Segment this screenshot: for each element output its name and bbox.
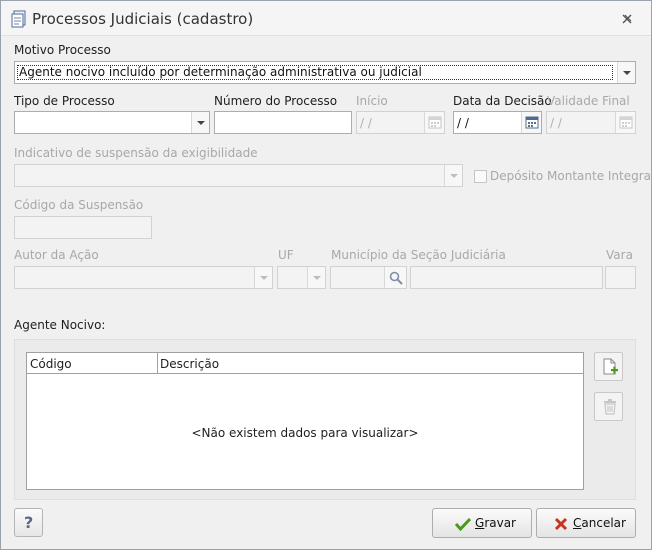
inicio-date-field: / / (356, 111, 445, 134)
validade-final-date-field: / / (546, 111, 636, 134)
validade-final-value: / / (550, 116, 562, 130)
chevron-down-icon (444, 165, 462, 186)
agente-nocivo-grid[interactable]: Código Descrição <Não existem dados para… (26, 352, 584, 490)
indicativo-label: Indicativo de suspensão da exigibilidade (14, 146, 258, 160)
motivo-select[interactable]: Agente nocivo incluído por determinação … (14, 61, 636, 84)
codigo-suspensao-input (14, 216, 152, 239)
close-icon[interactable] (619, 11, 635, 27)
numero-label: Número do Processo (214, 94, 338, 108)
empty-message: <Não existem dados para visualizar> (191, 426, 419, 440)
grid-header: Código Descrição (27, 353, 583, 374)
municipio-code-input (330, 266, 407, 289)
vara-label: Vara (606, 248, 633, 262)
gravar-label: Gravar (475, 516, 516, 530)
autor-select (14, 266, 273, 289)
data-decisao-date-field[interactable]: / / (453, 111, 542, 134)
data-decisao-label: Data da Decisão (453, 94, 552, 108)
uf-select (277, 266, 326, 289)
x-icon (554, 517, 568, 531)
trash-icon (604, 399, 616, 415)
agente-nocivo-label: Agente Nocivo: (14, 318, 106, 332)
codigo-suspensao-label: Código da Suspensão (14, 198, 144, 212)
title-bar: Processos Judiciais (cadastro) (1, 1, 651, 36)
inicio-value: / / (360, 116, 372, 130)
add-agente-button[interactable] (594, 352, 623, 381)
tipo-select[interactable] (14, 111, 210, 134)
deposito-checkbox[interactable] (474, 170, 487, 183)
gravar-button[interactable]: Gravar (432, 508, 532, 538)
chevron-down-icon (254, 267, 272, 288)
chevron-down-icon[interactable] (617, 62, 635, 83)
motivo-value: Agente nocivo incluído por determinação … (17, 65, 613, 80)
help-icon: ? (24, 513, 34, 532)
chevron-down-icon[interactable] (191, 112, 209, 133)
motivo-label: Motivo Processo (14, 43, 111, 57)
chevron-down-icon (307, 267, 325, 288)
municipio-name-input (410, 266, 603, 289)
tipo-label: Tipo de Processo (14, 94, 115, 108)
vara-input (605, 266, 636, 289)
uf-label: UF (278, 248, 294, 262)
deposito-label: Depósito Montante Integral (490, 169, 652, 183)
cancelar-button[interactable]: Cancelar (536, 508, 636, 538)
calendar-icon (424, 112, 444, 133)
inicio-label: Início (356, 94, 388, 108)
municipio-label: Município da Seção Judiciária (331, 248, 506, 262)
autor-label: Autor da Ação (14, 248, 99, 262)
help-button[interactable]: ? (14, 508, 43, 537)
window-title: Processos Judiciais (cadastro) (32, 10, 254, 28)
column-header-descricao[interactable]: Descrição (160, 357, 219, 371)
calendar-icon (615, 112, 635, 133)
processos-judiciais-dialog: Processos Judiciais (cadastro) Motivo Pr… (0, 0, 652, 550)
check-icon (455, 517, 471, 531)
column-divider[interactable] (157, 353, 158, 374)
search-icon (384, 267, 406, 288)
indicativo-select (14, 164, 463, 187)
column-header-codigo[interactable]: Código (30, 357, 72, 371)
delete-agente-button[interactable] (594, 392, 623, 421)
calendar-icon[interactable] (521, 112, 541, 133)
add-document-icon (603, 358, 618, 375)
validade-final-label: Validade Final (547, 94, 630, 108)
cancelar-label: Cancelar (573, 516, 626, 530)
document-icon (11, 10, 26, 28)
data-decisao-value: / / (457, 116, 469, 130)
numero-input[interactable] (214, 111, 352, 134)
